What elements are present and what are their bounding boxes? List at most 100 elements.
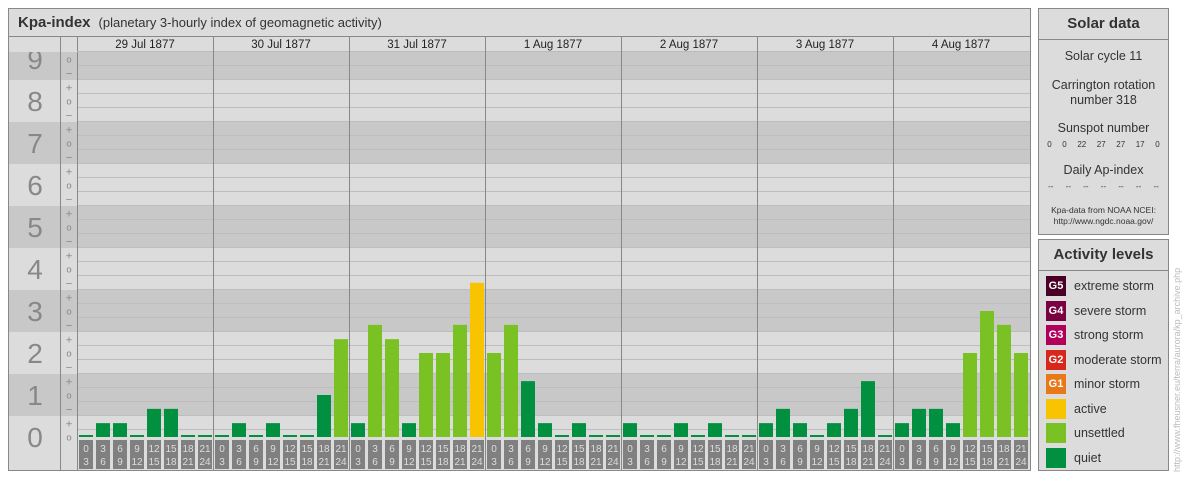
level-label: minor storm <box>1074 377 1140 392</box>
kp-bar <box>759 423 773 437</box>
y-subtick-plus: + <box>65 378 73 388</box>
interval-end: 9 <box>253 457 259 468</box>
interval-end: 9 <box>525 457 531 468</box>
kp-bar <box>96 423 110 437</box>
interval-end: 3 <box>219 457 225 468</box>
interval-start: 3 <box>508 444 514 455</box>
kp-bar <box>810 435 824 437</box>
kp-bar <box>470 282 484 437</box>
kp-bar <box>402 423 416 437</box>
ap-values: -- -- -- -- -- -- -- <box>1042 182 1165 191</box>
interval-end: 18 <box>165 457 177 468</box>
y-subtick-zero: o <box>66 98 72 108</box>
interval-start: 6 <box>117 444 123 455</box>
interval-end: 24 <box>335 457 347 468</box>
interval-end: 18 <box>437 457 449 468</box>
sunspot-values: 0 0 22 27 27 17 0 <box>1042 140 1165 149</box>
y-subtick-minus: − <box>65 238 73 248</box>
kp-bar <box>946 423 960 437</box>
interval-end: 15 <box>420 457 432 468</box>
y-tick-label: 0 <box>27 422 43 453</box>
activity-level-quiet: quiet <box>1039 446 1168 471</box>
y-subtick-plus: + <box>65 126 73 136</box>
y-subtick-plus: + <box>65 294 73 304</box>
interval-end: 24 <box>199 457 211 468</box>
interval-start: 0 <box>763 444 769 455</box>
activity-levels-list: G5 extreme storm G4 severe storm G3 strong st… <box>1039 271 1168 470</box>
interval-start: 12 <box>964 444 976 455</box>
y-subtick-zero: o <box>66 140 72 150</box>
source-line-1: Kpa-data from NOAA NCEI: <box>1051 205 1156 215</box>
interval-start: 12 <box>828 444 840 455</box>
y-subtick-minus: − <box>65 154 73 164</box>
kp-bar <box>589 435 603 437</box>
kp-bar <box>742 435 756 437</box>
interval-start: 21 <box>607 444 619 455</box>
carrington-line-2: number 318 <box>1070 93 1137 107</box>
interval-end: 18 <box>845 457 857 468</box>
interval-end: 12 <box>267 457 279 468</box>
kp-bar <box>79 435 93 437</box>
y-subtick-minus: − <box>65 70 73 80</box>
interval-start: 18 <box>590 444 602 455</box>
kp-bar <box>419 353 433 437</box>
y-subtick-zero: o <box>66 350 72 360</box>
kp-bar <box>793 423 807 437</box>
interval-start: 0 <box>627 444 633 455</box>
level-label: quiet <box>1074 450 1102 465</box>
interval-start: 6 <box>933 444 939 455</box>
kp-bar <box>521 381 535 437</box>
y-subtick-plus: + <box>65 336 73 346</box>
interval-end: 6 <box>372 457 378 468</box>
source-link[interactable]: http://www.ngdc.noaa.gov/ <box>1039 216 1168 227</box>
interval-start: 9 <box>406 444 412 455</box>
kp-bar <box>232 423 246 437</box>
watermark[interactable]: http://www.fheusner.eu/terra/aurora/kp_a… <box>1172 268 1182 472</box>
kp-bar <box>436 353 450 437</box>
kp-bar <box>963 353 977 437</box>
level-swatch: G3 <box>1046 325 1066 346</box>
interval-start: 21 <box>1015 444 1027 455</box>
y-tick-label: 6 <box>27 170 43 201</box>
kp-bar <box>691 435 705 437</box>
y-tick-label: 8 <box>27 86 43 117</box>
ap-value: -- <box>1153 182 1159 191</box>
interval-start: 0 <box>219 444 225 455</box>
interval-end: 18 <box>573 457 585 468</box>
level-swatch <box>1046 423 1066 444</box>
kp-bar <box>980 311 994 437</box>
interval-start: 15 <box>301 444 313 455</box>
band-kp-4 <box>9 248 1030 290</box>
sunspot-label: Sunspot number <box>1057 121 1150 135</box>
interval-end: 6 <box>644 457 650 468</box>
y-subtick-zero: o <box>66 308 72 318</box>
interval-start: 6 <box>661 444 667 455</box>
activity-level-unsettled: unsettled <box>1039 421 1168 446</box>
interval-end: 21 <box>318 457 330 468</box>
activity-level-severe-storm: G4 severe storm <box>1039 299 1168 324</box>
ap-label: Daily Ap-index <box>1063 163 1144 177</box>
kp-bar <box>453 324 467 437</box>
kp-bar <box>198 435 212 437</box>
interval-end: 6 <box>508 457 514 468</box>
kp-bar <box>283 435 297 437</box>
interval-end: 9 <box>933 457 939 468</box>
interval-end: 15 <box>692 457 704 468</box>
interval-start: 9 <box>814 444 820 455</box>
y-subtick-zero: o <box>66 182 72 192</box>
interval-start: 18 <box>454 444 466 455</box>
interval-end: 21 <box>182 457 194 468</box>
band-kp-1 <box>9 374 1030 416</box>
interval-end: 21 <box>998 457 1010 468</box>
interval-start: 3 <box>100 444 106 455</box>
interval-start: 21 <box>199 444 211 455</box>
activity-level-minor-storm: G1 minor storm <box>1039 372 1168 397</box>
interval-start: 9 <box>950 444 956 455</box>
interval-end: 21 <box>726 457 738 468</box>
interval-end: 24 <box>743 457 755 468</box>
interval-end: 24 <box>471 457 483 468</box>
interval-end: 3 <box>627 457 633 468</box>
interval-start: 18 <box>862 444 874 455</box>
band-kp-8 <box>9 80 1030 122</box>
kp-bar <box>317 395 331 437</box>
